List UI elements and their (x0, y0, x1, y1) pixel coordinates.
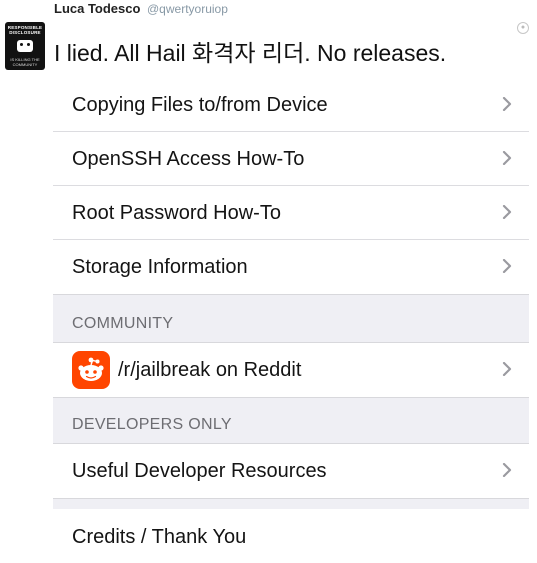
chevron-right-icon (502, 151, 512, 165)
section-header-community: COMMUNITY (72, 315, 174, 332)
avatar-text-bottom: IS KILLING THE COMMUNITY (10, 57, 40, 67)
tweet-header: RESPONSIBLE DISCLOSURE IS KILLING THE CO… (0, 0, 537, 78)
tweet-author-name[interactable]: Luca Todesco (54, 1, 140, 16)
row-label: Copying Files to/from Device (72, 94, 328, 116)
chevron-right-icon (502, 463, 512, 477)
settings-panel: Copying Files to/from Device OpenSSH Acc… (53, 78, 529, 563)
developers-group: Useful Developer Resources (53, 443, 529, 499)
row-openssh[interactable]: OpenSSH Access How-To (53, 132, 529, 186)
avatar[interactable]: RESPONSIBLE DISCLOSURE IS KILLING THE CO… (5, 22, 45, 70)
chevron-right-icon (502, 259, 512, 273)
row-label: Credits / Thank You (72, 526, 247, 548)
section-header-developers: DEVELOPERS ONLY (72, 416, 232, 433)
row-credits[interactable]: Credits / Thank You (53, 509, 529, 563)
chevron-right-icon (502, 97, 512, 111)
avatar-text-top: RESPONSIBLE DISCLOSURE (7, 25, 43, 35)
row-label: /r/jailbreak on Reddit (118, 359, 302, 381)
tweet-text: I lied. All Hail 화격자 리더. No releases. (54, 40, 447, 66)
chevron-right-icon (502, 205, 512, 219)
chevron-right-icon (502, 362, 512, 376)
row-label: Root Password How-To (72, 202, 281, 224)
row-label: Storage Information (72, 256, 248, 278)
help-group: Copying Files to/from Device OpenSSH Acc… (53, 78, 529, 294)
community-group: /r/jailbreak on Reddit (53, 342, 529, 398)
row-storage-information[interactable]: Storage Information (53, 240, 529, 294)
row-reddit[interactable]: /r/jailbreak on Reddit (53, 343, 529, 397)
row-label: OpenSSH Access How-To (72, 148, 305, 170)
divider (53, 294, 529, 295)
tweet-options-icon[interactable]: ● (517, 22, 529, 34)
avatar-face-icon (17, 40, 33, 52)
row-developer-resources[interactable]: Useful Developer Resources (53, 444, 529, 498)
tweet-author-handle[interactable]: @qwertyoruiop (147, 2, 228, 16)
row-copying-files[interactable]: Copying Files to/from Device (53, 78, 529, 132)
reddit-icon (72, 351, 110, 389)
row-root-password[interactable]: Root Password How-To (53, 186, 529, 240)
row-label: Useful Developer Resources (72, 460, 327, 482)
